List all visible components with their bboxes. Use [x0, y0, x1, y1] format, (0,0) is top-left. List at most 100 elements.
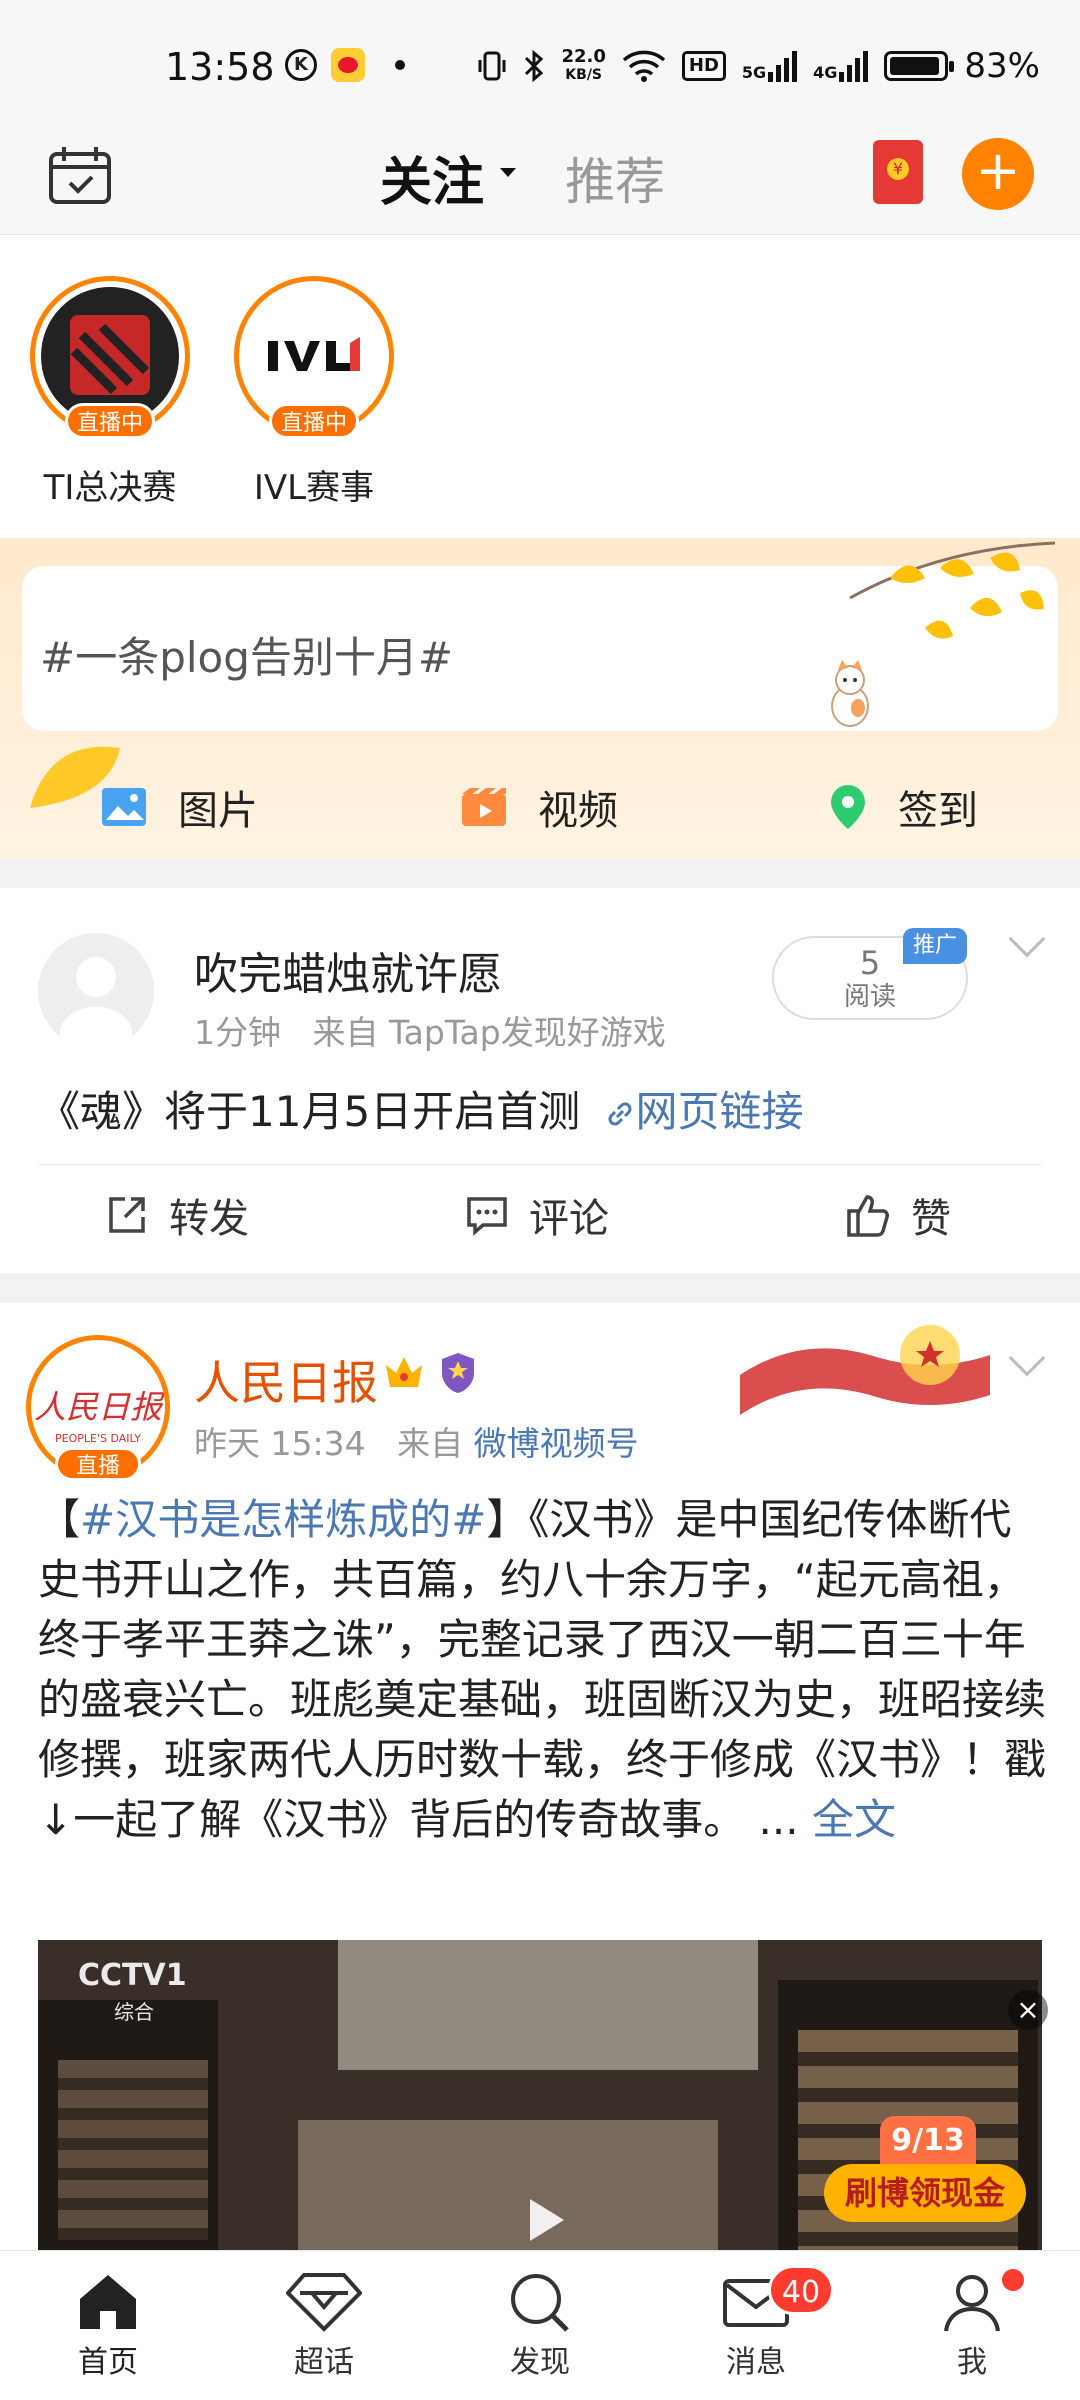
calendar-icon[interactable] [48, 145, 112, 205]
video-scene [58, 2060, 208, 2240]
signal-5g: 5G [741, 50, 798, 82]
compose-actions: 图片 视频 签到 [0, 770, 1080, 840]
chevron-down-icon[interactable] [1008, 1339, 1046, 1377]
verified-shield-icon [442, 1353, 474, 1393]
post-author[interactable]: 人民日报 [194, 1347, 378, 1413]
section-divider [0, 1273, 1080, 1303]
avatar: 直播中 [234, 276, 394, 439]
post-action-row: 转发 评论 赞 [0, 1166, 1080, 1256]
live-item-ti[interactable]: 直播中 TI总决赛 [10, 276, 210, 509]
live-badge: 直播中 [269, 403, 359, 439]
nav-super-topic[interactable]: 超话 [254, 2271, 394, 2381]
play-icon[interactable] [508, 2185, 578, 2250]
nav-messages[interactable]: 消息 40 [686, 2265, 834, 2381]
promo-tag: 推广 [903, 928, 967, 964]
weibo-feed-screen: 13:58 K 22.0KB/S HD 5G 4G 83% 关注 推荐 + [0, 0, 1080, 2400]
wifi-icon [622, 50, 666, 82]
hd-icon: HD [681, 51, 726, 81]
post-meta: 1分钟 来自 TapTap发现好游戏 [194, 1006, 666, 1054]
live-badge: 直播中 [65, 403, 155, 439]
read-label: 阅读 [843, 982, 896, 1012]
close-icon[interactable]: × [1008, 1990, 1048, 2030]
compose-video-button[interactable]: 视频 [460, 778, 618, 836]
chevron-down-icon[interactable] [1008, 920, 1046, 958]
hashtag-link[interactable]: #汉书是怎样炼成的# [80, 1495, 486, 1544]
status-bar: 13:58 K 22.0 KB/S HD 5G 4G 83% [0, 0, 1080, 130]
link-icon [608, 1102, 632, 1126]
status-notification-icons: K [285, 48, 405, 82]
banner-decoration-icon [740, 1325, 990, 1415]
plus-icon[interactable]: + [962, 138, 1034, 210]
live-item-label: TI总决赛 [43, 468, 177, 508]
post-author[interactable]: 吹完蜡烛就许愿 [194, 938, 502, 1002]
share-icon [109, 1197, 145, 1233]
home-icon [80, 2275, 136, 2329]
like-button[interactable]: 赞 [845, 1186, 951, 1244]
body-text: 】《汉书》是中国纪传体断代史书开山之作，共百篇，约八十余万字，“起元高祖，终于孝… [38, 1495, 1047, 1844]
cat-decoration-icon [831, 660, 869, 727]
cash-reward-button[interactable]: 刷博领现金 [824, 2164, 1026, 2222]
people-daily-en: PEOPLE'S DAILY [55, 1432, 141, 1445]
comment-icon [467, 1197, 507, 1236]
weibo-notification-icon [331, 48, 365, 82]
ellipsis: ... [745, 1795, 812, 1844]
repost-button[interactable]: 转发 [105, 1186, 249, 1244]
web-link-label: 网页链接 [635, 1087, 804, 1136]
web-link[interactable]: 网页链接 [594, 1087, 804, 1136]
comment-label: 评论 [529, 1196, 609, 1242]
post-text-body: 《魂》将于11月5日开启首测 [38, 1087, 581, 1136]
live-stories-row: 直播中 TI总决赛 直播中 IVL赛事 [0, 236, 1080, 538]
post-text: 《魂》将于11月5日开启首测 网页链接 [38, 1078, 804, 1139]
post-meta: 昨天 15:34 来自 微博视频号 [194, 1417, 639, 1465]
live-item-ivl[interactable]: 直播中 IVL赛事 [214, 276, 414, 509]
nav-profile[interactable]: 我 [902, 2269, 1042, 2381]
chevron-down-icon[interactable] [500, 168, 516, 177]
post-text: 【#汉书是怎样炼成的#】《汉书》是中国纪传体断代史书开山之作，共百篇，约八十余万… [38, 1490, 1048, 1850]
signal-4g: 4G [813, 50, 869, 82]
nav-messages-label: 消息 [726, 2345, 786, 2380]
avatar: 直播中 [30, 276, 190, 439]
compose-image-button[interactable]: 图片 [100, 778, 258, 836]
status-right: 22.0 KB/S HD 5G 4G 83% [477, 46, 1040, 86]
vibrate-icon [478, 51, 506, 81]
tab-recommend[interactable]: 推荐 [565, 142, 665, 214]
battery-percent: 83% [964, 46, 1040, 86]
live-badge: 直播 [55, 1447, 141, 1481]
net-speed: 22.0 KB/S [561, 48, 605, 84]
bottom-nav: 首页 超话 发现 消息 40 我 [0, 2250, 1080, 2400]
post-source[interactable]: 微博视频号 [474, 1424, 639, 1463]
super-topic-icon [286, 2273, 362, 2332]
nav-discover[interactable]: 发现 [470, 2271, 610, 2381]
red-packet-icon[interactable] [873, 140, 923, 204]
signal-5g-label: 5G [741, 63, 767, 82]
people-daily-logo: 人民日报 [33, 1388, 162, 1426]
channel-sub: 综合 [114, 2000, 154, 2024]
post-time: 1分钟 [194, 1013, 281, 1052]
compose-checkin-button[interactable]: 签到 [828, 778, 978, 836]
nav-home[interactable]: 首页 [38, 2271, 178, 2381]
channel-logo: CCTV1 [78, 1958, 187, 1993]
message-count-badge: 40 [768, 2265, 834, 2315]
nav-home-label: 首页 [78, 2345, 138, 2380]
tab-follow[interactable]: 关注 [380, 140, 485, 215]
avatar[interactable] [38, 933, 154, 1049]
promo-counter: 9/13 [880, 2116, 976, 2166]
net-speed-unit: KB/S [565, 67, 603, 83]
image-icon [102, 788, 146, 826]
video-scene [338, 1940, 758, 2070]
live-item-label: IVL赛事 [253, 468, 375, 508]
compose-checkin-label: 签到 [898, 788, 978, 834]
comment-button[interactable]: 评论 [465, 1186, 609, 1244]
compose-topic: #一条plog告别十月# [40, 633, 454, 682]
battery-icon [884, 51, 955, 81]
like-icon [847, 1195, 889, 1237]
location-icon [831, 785, 865, 829]
k-app-icon: K [285, 49, 317, 81]
hd-label: HD [688, 55, 719, 76]
status-time: 13:58 [165, 45, 275, 89]
post-source: 来自 TapTap发现好游戏 [312, 1013, 666, 1052]
compose-image-label: 图片 [178, 788, 258, 834]
nav-super-topic-label: 超话 [294, 2345, 354, 2380]
read-more-link[interactable]: 全文 [812, 1795, 896, 1844]
like-label: 赞 [911, 1196, 951, 1242]
